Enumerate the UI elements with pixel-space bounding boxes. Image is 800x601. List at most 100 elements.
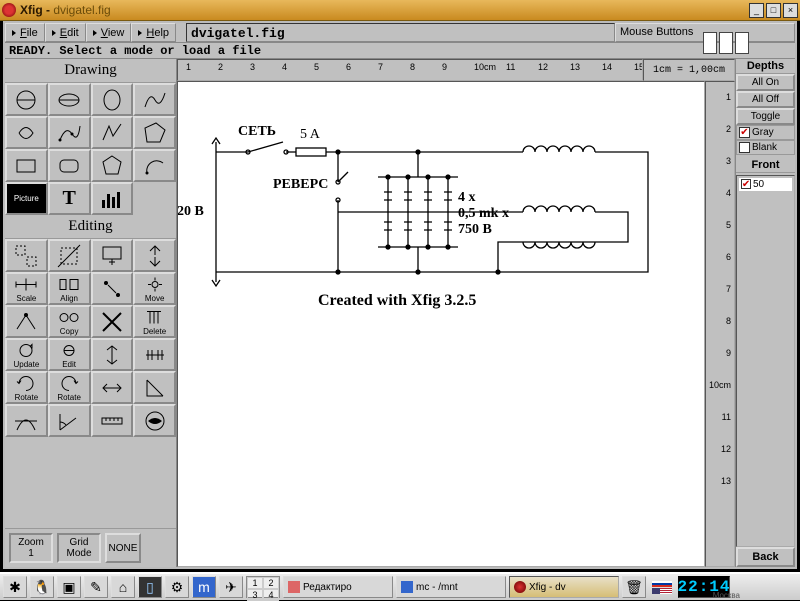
task-mc[interactable]: mc - /mnt bbox=[396, 576, 506, 598]
tool-arc-box[interactable] bbox=[48, 149, 91, 182]
grid-mode[interactable]: Grid Mode bbox=[57, 533, 101, 563]
depths-layer-list[interactable]: ✔50 bbox=[736, 175, 795, 547]
keyboard-layout[interactable] bbox=[652, 581, 672, 594]
tool-library[interactable] bbox=[91, 182, 134, 215]
zoom-value: 1 bbox=[28, 548, 34, 559]
tool-copy[interactable]: Copy bbox=[48, 305, 91, 338]
tool-update[interactable]: Update bbox=[5, 338, 48, 371]
menu-bar: FFileile EditEdit ViewView HelpHelp dvig… bbox=[5, 23, 795, 43]
tool-point-move[interactable] bbox=[91, 272, 134, 305]
drawing-canvas[interactable]: СЕТЬ 5 A РЕВЕРС 220 В 4 x 0,5 mk x 750 B… bbox=[177, 81, 705, 567]
depths-back[interactable]: Back bbox=[736, 547, 795, 567]
flag-us-icon bbox=[652, 588, 672, 594]
tool-polyline[interactable] bbox=[91, 116, 134, 149]
tool-scale[interactable]: Scale bbox=[5, 272, 48, 305]
chevron-right-icon bbox=[12, 30, 16, 36]
app-icon bbox=[401, 581, 413, 593]
tool-text[interactable]: T bbox=[48, 182, 91, 215]
title-prefix: Xfig - bbox=[20, 3, 53, 17]
tool-align[interactable]: Align bbox=[48, 272, 91, 305]
taskbar-console-icon[interactable]: ▯ bbox=[138, 576, 162, 598]
scale-display[interactable]: 1cm = 1,00cm bbox=[643, 59, 735, 81]
chevron-right-icon bbox=[138, 30, 142, 36]
start-button[interactable]: ✱ bbox=[3, 576, 27, 598]
grid-none[interactable]: NONE bbox=[105, 533, 141, 563]
app-icon bbox=[288, 581, 300, 593]
desktop-3[interactable]: 3 bbox=[247, 589, 263, 601]
zoom-display[interactable]: Zoom 1 bbox=[9, 533, 53, 563]
menu-edit[interactable]: EditEdit bbox=[45, 23, 86, 42]
tool-add-point[interactable] bbox=[5, 305, 48, 338]
location-label: Москва bbox=[713, 591, 740, 600]
depths-gray-check[interactable]: ✔Gray bbox=[736, 125, 795, 140]
app-icon bbox=[514, 581, 526, 593]
minimize-button[interactable]: _ bbox=[749, 3, 764, 18]
taskbar-terminal-icon[interactable]: ▣ bbox=[57, 576, 81, 598]
label-credit: Created with Xfig 3.2.5 bbox=[318, 292, 476, 310]
maximize-button[interactable]: □ bbox=[766, 3, 781, 18]
tool-join[interactable] bbox=[91, 239, 134, 272]
close-button[interactable]: × bbox=[783, 3, 798, 18]
tool-circle[interactable] bbox=[5, 83, 48, 116]
mouse-left-icon bbox=[703, 32, 717, 54]
tool-flip-v[interactable] bbox=[91, 338, 134, 371]
tool-rotate-ccw[interactable]: Rotate bbox=[48, 371, 91, 404]
taskbar-home-icon[interactable]: ⌂ bbox=[111, 576, 135, 598]
taskbar-tux-icon[interactable]: 🐧 bbox=[30, 576, 54, 598]
tool-picture[interactable]: Picture bbox=[5, 182, 48, 215]
zoom-label: Zoom bbox=[18, 537, 44, 548]
depths-all-on[interactable]: All On bbox=[736, 74, 795, 91]
tool-regular-poly[interactable] bbox=[91, 149, 134, 182]
depths-front: Front bbox=[736, 158, 795, 173]
tool-box[interactable] bbox=[5, 149, 48, 182]
depths-all-off[interactable]: All Off bbox=[736, 91, 795, 108]
desktop-4[interactable]: 4 bbox=[263, 589, 279, 601]
tool-arc[interactable] bbox=[133, 149, 176, 182]
task-xfig[interactable]: Xfig - dv bbox=[509, 576, 619, 598]
taskbar-editor-icon[interactable]: ✎ bbox=[84, 576, 108, 598]
tool-interp-spline[interactable] bbox=[48, 116, 91, 149]
trash-icon[interactable]: 🗑 bbox=[622, 576, 646, 598]
depths-blank-check[interactable]: Blank bbox=[736, 140, 795, 155]
chevron-right-icon bbox=[93, 30, 97, 36]
menu-view[interactable]: ViewView bbox=[86, 23, 132, 42]
taskbar-seagull-icon[interactable]: ✈ bbox=[219, 576, 243, 598]
window-title: Xfig - dvigatel.fig bbox=[20, 3, 749, 17]
desktop-2[interactable]: 2 bbox=[263, 577, 279, 589]
label-fuse: 5 A bbox=[300, 127, 320, 143]
title-file: dvigatel.fig bbox=[53, 3, 110, 17]
task-editor[interactable]: Редактиро bbox=[283, 576, 393, 598]
tool-delete-point[interactable] bbox=[91, 305, 134, 338]
mouse-mid-icon bbox=[719, 32, 733, 54]
taskbar-mc-icon[interactable]: m bbox=[192, 576, 216, 598]
tool-oval[interactable] bbox=[91, 83, 134, 116]
depths-panel: Depths All On All Off Toggle ✔Gray Blank… bbox=[735, 59, 795, 567]
tool-convert[interactable] bbox=[91, 371, 134, 404]
menu-help[interactable]: HelpHelp bbox=[131, 23, 176, 42]
tool-ellipse[interactable] bbox=[48, 83, 91, 116]
tool-flip-h[interactable] bbox=[133, 338, 176, 371]
layer-item[interactable]: ✔50 bbox=[739, 178, 792, 191]
tool-closed-spline[interactable] bbox=[5, 116, 48, 149]
tool-edit[interactable]: Edit bbox=[48, 338, 91, 371]
tool-glue[interactable] bbox=[5, 239, 48, 272]
desktop-1[interactable]: 1 bbox=[247, 577, 263, 589]
taskbar-gear-icon[interactable]: ⚙ bbox=[165, 576, 189, 598]
tool-add-arrow[interactable] bbox=[133, 371, 176, 404]
tool-angle[interactable] bbox=[48, 404, 91, 437]
menu-file[interactable]: FFileile bbox=[5, 23, 45, 42]
tool-fill[interactable] bbox=[133, 404, 176, 437]
tool-move[interactable]: Move bbox=[133, 272, 176, 305]
toolbox: Drawing Picture T Editing bbox=[5, 59, 177, 567]
depths-toggle[interactable]: Toggle bbox=[736, 108, 795, 125]
tool-break[interactable] bbox=[48, 239, 91, 272]
tool-tangent[interactable] bbox=[5, 404, 48, 437]
flag-ru-icon bbox=[652, 581, 672, 587]
desktop-switcher[interactable]: 1 2 3 4 bbox=[246, 576, 280, 598]
tool-measure[interactable] bbox=[91, 404, 134, 437]
tool-delete[interactable]: Delete bbox=[133, 305, 176, 338]
tool-rotate-cw[interactable]: Rotate bbox=[5, 371, 48, 404]
tool-polygon[interactable] bbox=[133, 116, 176, 149]
tool-split[interactable] bbox=[133, 239, 176, 272]
tool-spline[interactable] bbox=[133, 83, 176, 116]
